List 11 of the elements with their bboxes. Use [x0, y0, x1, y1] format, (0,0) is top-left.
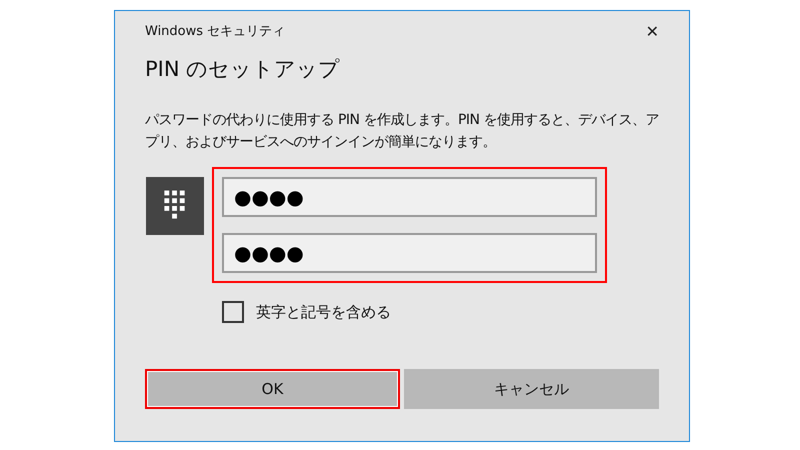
ok-button[interactable]: OK	[145, 369, 400, 409]
pin-field[interactable]: ●●●●	[222, 233, 597, 273]
dialog-heading: PIN のセットアップ	[145, 56, 342, 83]
close-button[interactable]: ✕	[640, 22, 659, 40]
window-title: Windows セキュリティ	[145, 23, 286, 40]
checkbox-label: 英字と記号を含める	[256, 302, 391, 322]
pin-field[interactable]: ●●●●	[222, 177, 597, 217]
cancel-button[interactable]: キャンセル	[404, 369, 659, 409]
description-text: パスワードの代わりに使用する PIN を作成します。PIN を使用すると、デバイス、アプリ、およびサービスへのサインインが簡単になります。	[145, 111, 660, 152]
checkbox[interactable]	[222, 301, 244, 323]
keypad-icon	[145, 177, 205, 235]
